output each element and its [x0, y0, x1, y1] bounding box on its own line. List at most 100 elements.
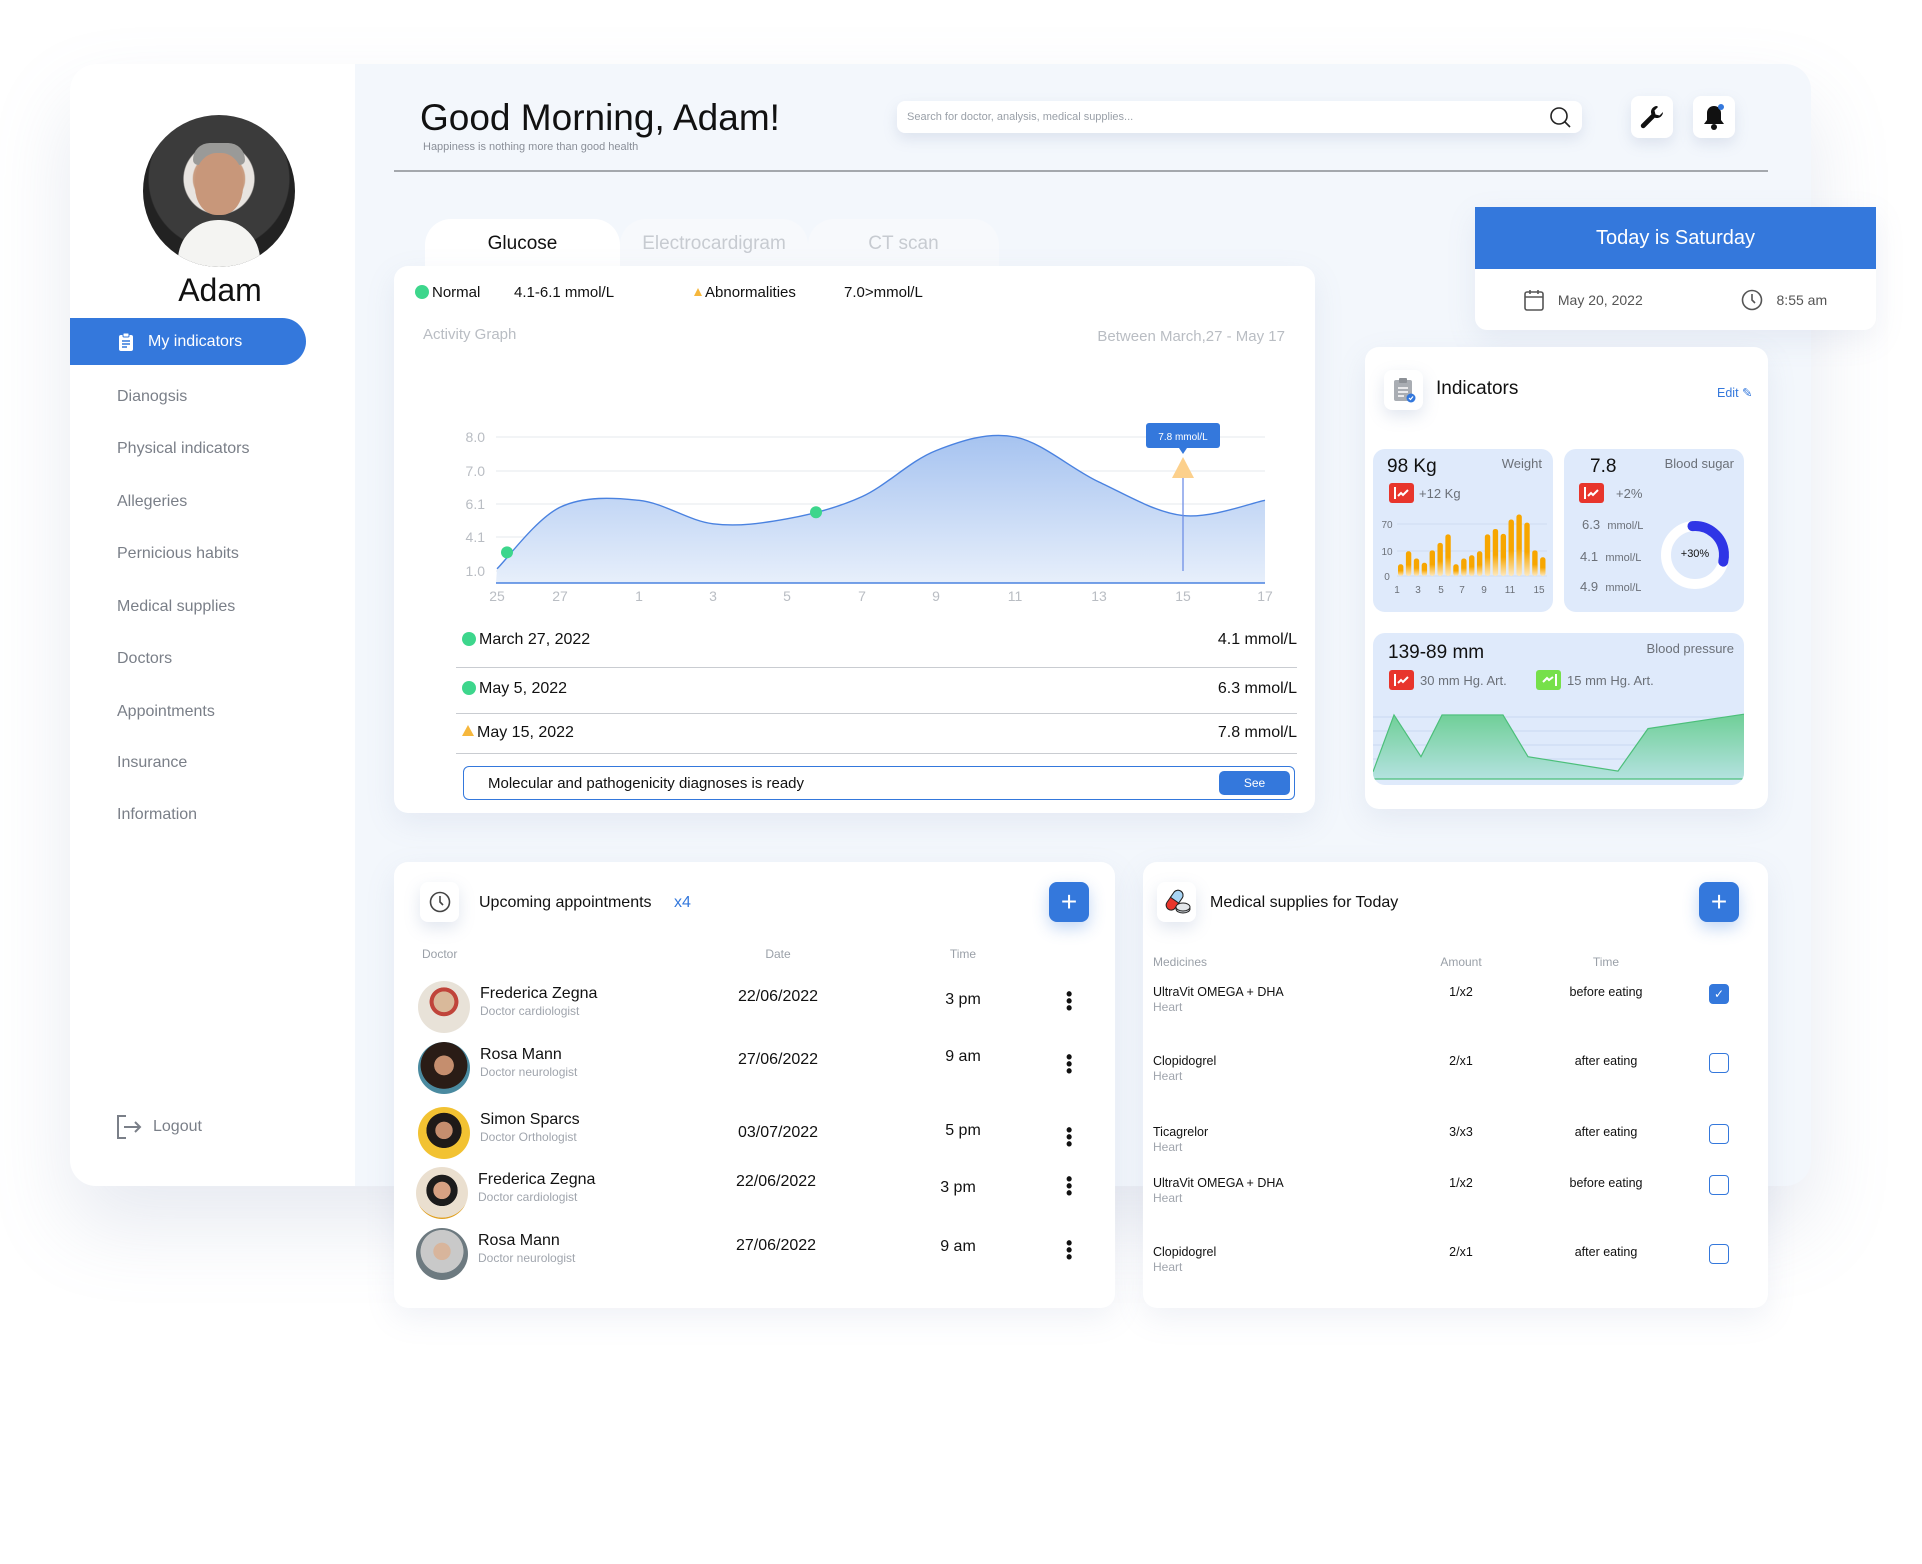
- plus-icon: +: [1710, 886, 1728, 917]
- appointments-card: Upcoming appointments x4 + Doctor Date T…: [394, 862, 1115, 1308]
- x-tick-label: 7: [858, 588, 866, 604]
- sidebar-item-physical-indicators[interactable]: Physical indicators: [117, 440, 250, 458]
- sidebar-item-insurance[interactable]: Insurance: [117, 754, 187, 772]
- appointment-time: 3 pm: [945, 991, 981, 1008]
- taken-checkbox[interactable]: [1709, 1244, 1729, 1264]
- add-appointment-button[interactable]: +: [1049, 882, 1089, 922]
- weight-bar: [1445, 534, 1451, 576]
- medicine-amount: 1/x2: [1449, 1176, 1473, 1190]
- see-button[interactable]: See: [1219, 771, 1290, 795]
- logout-button[interactable]: Logout: [113, 1112, 202, 1142]
- reading-row: March 27, 2022 4.1 mmol/L: [462, 631, 1297, 649]
- reading-value: 4.9: [1580, 579, 1599, 594]
- reading-unit: mmol/L: [1605, 582, 1642, 594]
- more-options-icon[interactable]: • • •: [1066, 1121, 1072, 1153]
- reading-value: 6.3: [1582, 517, 1601, 532]
- col-header-time: Time: [949, 947, 977, 961]
- settings-button[interactable]: [1631, 96, 1673, 138]
- y-tick-label: 10: [1381, 547, 1393, 558]
- donut-label: +30%: [1680, 548, 1710, 560]
- y-tick-label: 1.0: [466, 563, 486, 579]
- medical-title: Medical supplies for Today: [1210, 894, 1399, 911]
- medicine-name: Clopidogrel: [1153, 1245, 1217, 1259]
- reading-value: 4.1: [1580, 549, 1599, 564]
- medicine-category: Heart: [1153, 1191, 1183, 1205]
- appointment-date: 22/06/2022: [737, 988, 819, 1005]
- sidebar-item-label: My indicators: [148, 332, 243, 350]
- medicine-category: Heart: [1153, 1069, 1183, 1083]
- more-options-icon[interactable]: • • •: [1066, 1170, 1072, 1202]
- y-tick-label: 4.1: [466, 529, 486, 545]
- normal-dot-icon: [462, 632, 476, 646]
- reading-value: 7.8 mmol/L: [1217, 724, 1297, 741]
- x-tick-label: 17: [1257, 588, 1273, 604]
- add-medicine-button[interactable]: +: [1699, 882, 1739, 922]
- doctor-specialty: Doctor neurologist: [478, 1251, 576, 1265]
- greeting-title: Good Morning, Adam!: [420, 97, 780, 138]
- reading-value: 4.1 mmol/L: [1217, 631, 1297, 648]
- sidebar-item-pernicious-habits[interactable]: Pernicious habits: [117, 545, 239, 563]
- x-tick-label: 15: [1533, 585, 1545, 596]
- col-header-time: Time: [1592, 955, 1620, 969]
- taken-checkbox[interactable]: [1709, 1053, 1729, 1073]
- sidebar-item-my-indicators[interactable]: My indicators: [70, 318, 306, 365]
- doctor-name: Frederica Zegna: [480, 985, 598, 1002]
- medicine-name: UltraVit OMEGA + DHA: [1153, 985, 1284, 999]
- greeting-subtitle: Happiness is nothing more than good heal…: [423, 141, 639, 153]
- x-tick-label: 1: [1394, 585, 1400, 596]
- sidebar-item-appointments[interactable]: Appointments: [117, 703, 215, 721]
- diagnosis-banner: Molecular and pathogenicity diagnoses is…: [463, 766, 1295, 800]
- sidebar-item-doctors[interactable]: Doctors: [117, 650, 172, 668]
- x-tick-label: 9: [1481, 585, 1487, 596]
- doctor-avatar: [418, 1042, 470, 1094]
- weight-bar: [1453, 564, 1459, 576]
- user-avatar[interactable]: [143, 115, 295, 267]
- edit-link[interactable]: Edit ✎: [1717, 385, 1753, 400]
- medicine-amount: 2/x1: [1449, 1054, 1473, 1068]
- search-input[interactable]: Search for doctor, analysis, medical sup…: [897, 101, 1582, 133]
- weight-bar: [1524, 522, 1530, 576]
- reading-row: May 15, 2022 7.8 mmol/L: [462, 724, 1297, 742]
- sidebar-item-information[interactable]: Information: [117, 806, 197, 824]
- bell-icon: [1704, 104, 1724, 130]
- more-options-icon[interactable]: • • •: [1066, 1048, 1072, 1080]
- weight-bar: [1476, 551, 1483, 576]
- sidebar-item-dianogsis[interactable]: Dianogsis: [117, 388, 187, 406]
- col-header-amount: Amount: [1440, 955, 1482, 969]
- pencil-icon: ✎: [1742, 386, 1753, 400]
- appointments-title: Upcoming appointments: [479, 894, 652, 911]
- doctor-avatar: [416, 1228, 468, 1280]
- indicators-icon-box: [1384, 370, 1423, 410]
- taken-checkbox[interactable]: [1709, 1175, 1729, 1195]
- user-name: Adam: [178, 272, 262, 308]
- wrench-icon: [1640, 105, 1663, 129]
- abnormal-triangle-icon: [462, 725, 474, 736]
- medicine-amount: 3/x3: [1449, 1125, 1473, 1139]
- weight-bar: [1405, 551, 1412, 576]
- glucose-card: Normal 4.1-6.1 mmol/L Abnormalities 7.0>…: [394, 266, 1315, 813]
- appointment-date: 27/06/2022: [735, 1237, 817, 1254]
- search-placeholder: Search for doctor, analysis, medical sup…: [907, 111, 1134, 123]
- more-options-icon[interactable]: • • •: [1066, 985, 1072, 1017]
- more-options-icon[interactable]: • • •: [1066, 1234, 1072, 1266]
- sidebar-item-medical-supplies[interactable]: Medical supplies: [117, 598, 235, 616]
- logout-icon: [117, 1115, 142, 1139]
- banner-text: Molecular and pathogenicity diagnoses is…: [488, 774, 805, 792]
- search-icon[interactable]: [1548, 105, 1572, 129]
- sidebar-item-allegeries[interactable]: Allegeries: [117, 493, 187, 511]
- notifications-button[interactable]: [1693, 96, 1735, 138]
- taken-checkbox[interactable]: [1709, 1124, 1729, 1144]
- sugar-change: +2%: [1616, 485, 1643, 501]
- normal-reading-marker: [810, 506, 822, 519]
- normal-reading-marker: [501, 546, 513, 559]
- indicators-card: Indicators Edit ✎ 98 Kg Weight +12 Kg 01…: [1365, 347, 1768, 809]
- x-tick-label: 25: [489, 588, 505, 604]
- indicators-title: Indicators: [1436, 378, 1519, 399]
- medicine-time: after eating: [1574, 1245, 1638, 1259]
- weight-card: 98 Kg Weight +12 Kg 0 10 70 1 3 5 7 9 11 15: [1373, 449, 1553, 612]
- reading-value: 6.3 mmol/L: [1217, 680, 1297, 697]
- weight-bar: [1461, 558, 1467, 576]
- taken-checkbox[interactable]: ✓: [1709, 984, 1729, 1004]
- weight-bar: [1437, 542, 1443, 576]
- sugar-reading: 4.1 mmol/L: [1580, 549, 1641, 564]
